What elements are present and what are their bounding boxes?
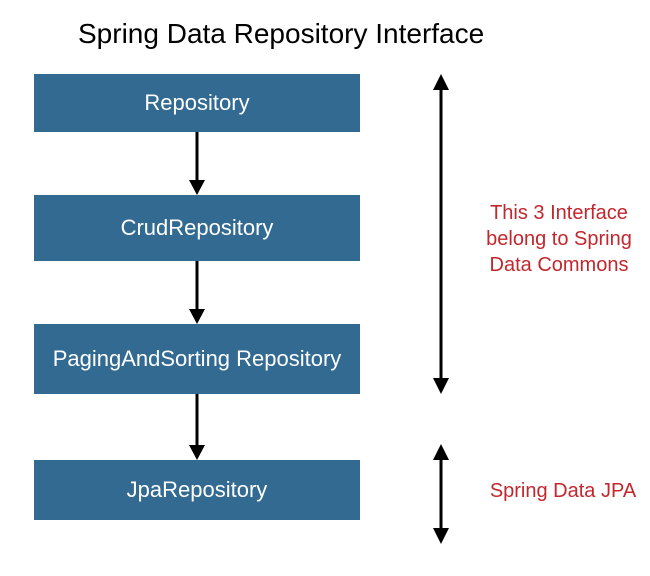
diagram-title: Spring Data Repository Interface [78, 18, 484, 50]
box-label: JpaRepository [127, 477, 268, 503]
arrow-down-icon [196, 132, 198, 195]
box-jpa-repository: JpaRepository [34, 460, 360, 520]
box-crud-repository: CrudRepository [34, 195, 360, 261]
box-paging-sorting-repository: PagingAndSorting Repository [34, 324, 360, 394]
box-label: CrudRepository [121, 215, 274, 241]
note-spring-data-jpa: Spring Data JPA [478, 478, 648, 504]
bracket-arrow-icon [440, 444, 442, 544]
arrow-down-icon [196, 394, 198, 460]
box-label: Repository [144, 90, 249, 116]
bracket-arrow-icon [440, 74, 442, 394]
box-label: PagingAndSorting Repository [53, 346, 342, 372]
note-spring-data-commons: This 3 Interface belong to Spring Data C… [474, 200, 644, 278]
arrow-down-icon [196, 261, 198, 324]
box-repository: Repository [34, 74, 360, 132]
